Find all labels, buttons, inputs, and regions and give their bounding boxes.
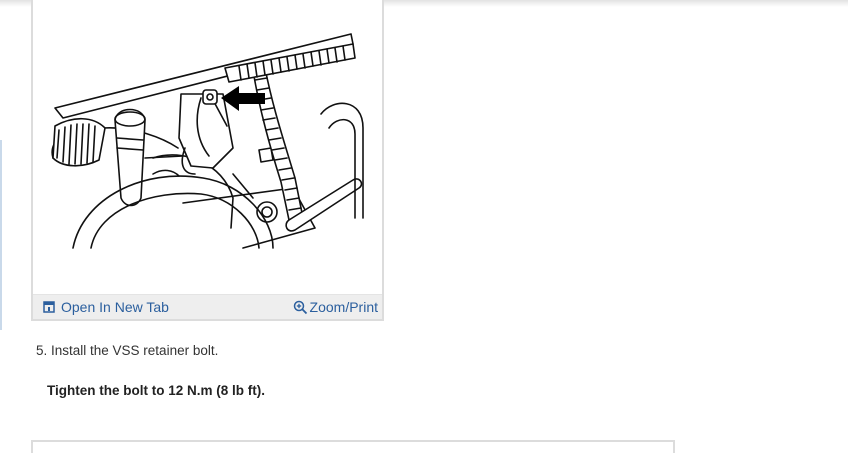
- torque-specification: Tighten the bolt to 12 N.m (8 lb ft).: [47, 383, 265, 398]
- open-in-new-tab-label: Open In New Tab: [61, 299, 169, 315]
- figure-card: Open In New Tab Zoom/Print: [31, 0, 384, 321]
- zoom-print-button[interactable]: Zoom/Print: [293, 299, 378, 315]
- next-figure-card: [31, 440, 675, 453]
- left-edge: [0, 140, 2, 330]
- new-tab-icon: [43, 301, 55, 313]
- open-in-new-tab-button[interactable]: Open In New Tab: [43, 299, 169, 315]
- figure-toolbar: Open In New Tab Zoom/Print: [33, 294, 382, 319]
- zoom-icon: [293, 300, 308, 315]
- page: Open In New Tab Zoom/Print 5. Install th…: [0, 0, 848, 453]
- step-instruction: 5. Install the VSS retainer bolt.: [36, 343, 219, 358]
- zoom-print-label: Zoom/Print: [309, 299, 378, 315]
- vss-location-illustration: [51, 33, 364, 249]
